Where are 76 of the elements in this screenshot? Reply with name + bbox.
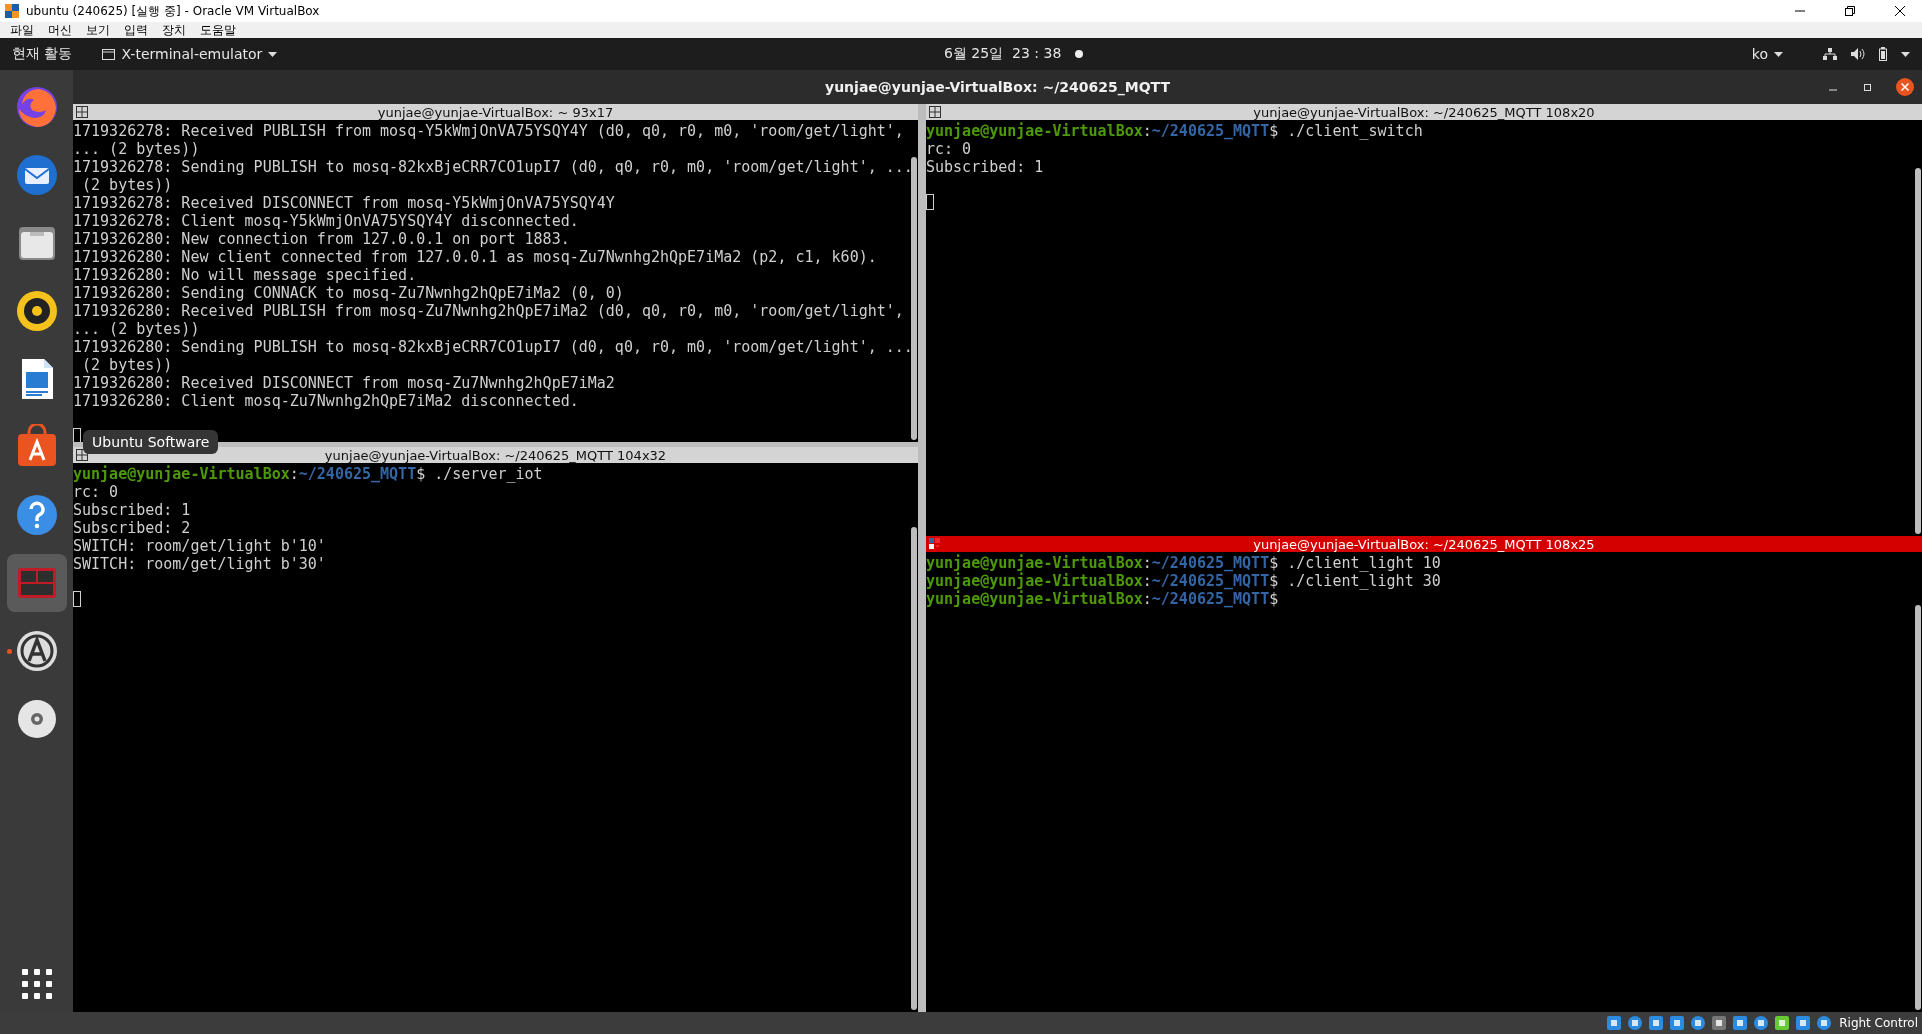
menu-item[interactable]: 도움말: [200, 22, 236, 38]
close-icon[interactable]: [1896, 78, 1914, 96]
dock-tooltip: Ubuntu Software: [83, 430, 219, 454]
grid-icon[interactable]: [76, 106, 88, 118]
menu-item[interactable]: 입력: [124, 22, 148, 38]
network-icon[interactable]: [1669, 1015, 1686, 1031]
terminal-line: ... (2 bytes)): [73, 140, 200, 158]
terminal-line: 1719326280: No will message specified.: [73, 266, 417, 284]
close-icon: [1895, 6, 1905, 16]
terminal-line: 1719326280: Sending PUBLISH to mosq-82kxBjeCRR7CO1upI7 (d0, q0, r0, m0, 'room/get/light', ...: [73, 338, 913, 356]
usb-icon[interactable]: [1690, 1015, 1707, 1031]
prompt-line: yunjae@yunjae-VirtualBox:~/240625_MQTT$ ./server_iot: [73, 465, 543, 483]
pane-title: yunjae@yunjae-VirtualBox: ~/240625_MQTT 108x20: [1253, 104, 1595, 120]
pane-title: yunjae@yunjae-VirtualBox: ~/240625_MQTT 108x25: [1253, 536, 1595, 552]
grid-icon[interactable]: [76, 449, 88, 461]
restore-icon[interactable]: [1862, 82, 1872, 92]
terminal-line: 1719326280: Received DISCONNECT from mosq-Zu7Nwnhg2hQpE7iMa2: [73, 374, 615, 392]
prompt-line: yunjae@yunjae-VirtualBox:~/240625_MQTT$ ./client_light 10: [926, 554, 1441, 572]
display-icon[interactable]: [1732, 1015, 1749, 1031]
terminal-line: SWITCH: room/get/light b'30': [73, 555, 326, 573]
app-grid-icon[interactable]: [20, 968, 53, 1000]
recording-icon[interactable]: [1774, 1015, 1791, 1031]
terminal-line: 1719326280: New connection from 127.0.0.1 on port 1883.: [73, 230, 570, 248]
caret-icon[interactable]: [1901, 51, 1910, 57]
prompt-line: yunjae@yunjae-VirtualBox:~/240625_MQTT$ ./client_light 30: [926, 572, 1441, 590]
terminal-line: 1719326278: Client mosq-Y5kWmjOnVA75YSQY4Y disconnected.: [73, 212, 579, 230]
terminal-line: rc: 0: [926, 140, 972, 158]
terminal-line: 1719326278: Received PUBLISH from mosq-Y5kWmjOnVA75YSQY4Y (d0, q0, r0, m0, 'room/get/light',: [73, 122, 904, 140]
terminal-line: 1719326278: Received DISCONNECT from mosq-Y5kWmjOnVA75YSQY4Y: [73, 194, 615, 212]
mouse-icon[interactable]: [1795, 1015, 1812, 1031]
terminal-line: 1719326280: New client connected from 127.0.0.1 as mosq-Zu7Nwnhg2hQpE7iMa2 (p2, c1, k60).: [73, 248, 877, 266]
input-method-menu[interactable]: ko: [1751, 46, 1783, 62]
terminal-line: rc: 0: [73, 483, 119, 501]
network-icon[interactable]: [1823, 48, 1837, 60]
scrollbar-thumb[interactable]: [1915, 167, 1921, 534]
pane-title: yunjae@yunjae-VirtualBox: ~ 93x17: [377, 104, 614, 120]
terminal-line: Subscribed: 2: [73, 519, 191, 537]
battery-icon[interactable]: [1879, 47, 1887, 61]
grid-icon[interactable]: [929, 106, 941, 118]
scrollbar-thumb[interactable]: [911, 156, 917, 440]
audio-icon[interactable]: [1648, 1015, 1665, 1031]
app-icon: [4, 3, 20, 19]
terminal-line: 1719326280: Sending CONNACK to mosq-Zu7Nwnhg2hQpE7iMa2 (0, 0): [73, 284, 624, 302]
clock[interactable]: 6월 25일 23 : 38: [944, 45, 1062, 63]
terminal-line: 1719326280: Client mosq-Zu7Nwnhg2hQpE7iMa2 disconnected.: [73, 392, 579, 410]
caret-icon: [1774, 51, 1783, 57]
prompt-line: yunjae@yunjae-VirtualBox:~/240625_MQTT$: [926, 590, 1279, 608]
terminal-line: (2 bytes)): [81, 176, 173, 194]
menu-item[interactable]: 보기: [86, 22, 110, 38]
prompt-line: yunjae@yunjae-VirtualBox:~/240625_MQTT$ ./client_switch: [926, 122, 1423, 140]
terminal-line: Subscribed: 1: [73, 501, 191, 519]
grid-icon[interactable]: [929, 538, 941, 550]
restore-icon: [1845, 6, 1855, 16]
download-icon[interactable]: [1816, 1015, 1833, 1031]
volume-icon[interactable]: [1851, 48, 1865, 60]
menu-item[interactable]: 장치: [162, 22, 186, 38]
host-key-label: Right Control: [1839, 1016, 1918, 1030]
caret-icon: [268, 51, 278, 57]
menu-item[interactable]: 머신: [48, 22, 72, 38]
terminal-line: 1719326280: Received PUBLISH from mosq-Zu7Nwnhg2hQpE7iMa2 (d0, q0, r0, m0, 'room/get/light',: [73, 302, 904, 320]
terminal-line: 1719326278: Sending PUBLISH to mosq-82kxBjeCRR7CO1upI7 (d0, q0, r0, m0, 'room/get/light', ...: [73, 158, 913, 176]
window-title: yunjae@yunjae-VirtualBox: ~/240625_MQTT: [825, 79, 1170, 95]
terminal-line: ... (2 bytes)): [73, 320, 200, 338]
activities-button[interactable]: 현재 활동: [0, 45, 85, 63]
terminal-line: (2 bytes)): [81, 356, 173, 374]
pane-title: yunjae@yunjae-VirtualBox: ~/240625_MQTT 104x32: [324, 447, 667, 463]
app-menu[interactable]: X-terminal-emulator: [84, 46, 290, 62]
scrollbar-thumb[interactable]: [1915, 605, 1921, 1010]
window-title: ubuntu (240625) [실행 중] - Oracle VM VirtualBox: [26, 2, 320, 20]
terminal-line: SWITCH: room/get/light b'10': [73, 537, 326, 555]
terminal-icon: [102, 48, 116, 60]
terminal-line: Subscribed: 1: [926, 158, 1044, 176]
menu-item[interactable]: 파일: [10, 22, 34, 38]
scrollbar-thumb[interactable]: [911, 526, 917, 1010]
folder-icon[interactable]: [1711, 1015, 1728, 1031]
capture-icon[interactable]: [1753, 1015, 1770, 1031]
